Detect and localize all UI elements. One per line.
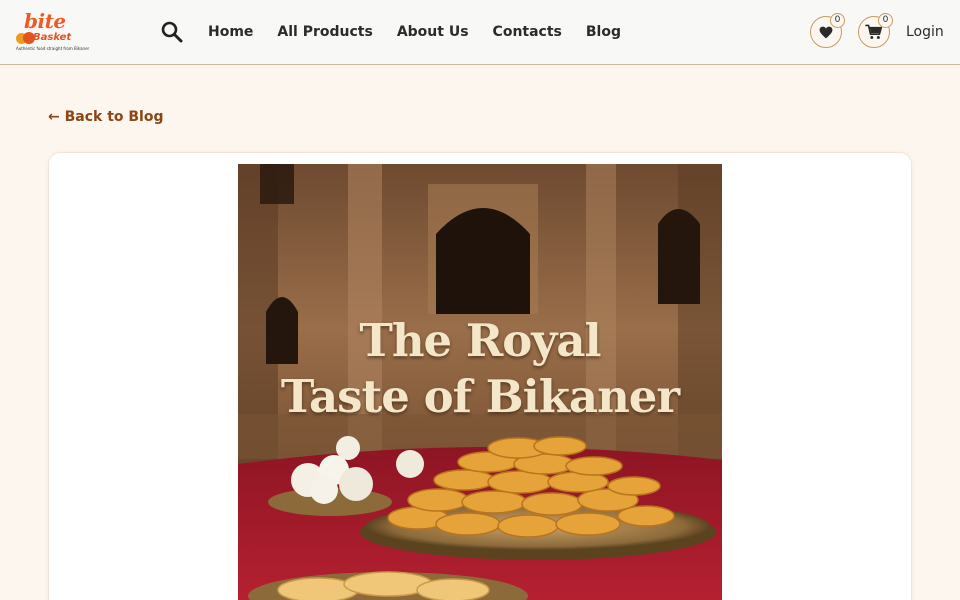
cart-count-badge: 0 — [878, 13, 893, 28]
nav-about-us[interactable]: About Us — [397, 22, 469, 42]
hero-title-line-1: The Royal — [359, 314, 601, 367]
nav-contacts[interactable]: Contacts — [493, 22, 562, 42]
logo-wordmark-bottom: Basket — [33, 32, 72, 43]
blog-hero-image: The Royal Taste of Bikaner — [238, 164, 722, 600]
cart-button[interactable]: 0 — [858, 13, 893, 48]
hero-title-line-2: Taste of Bikaner — [280, 370, 680, 423]
nav-all-products[interactable]: All Products — [277, 22, 372, 42]
main-nav: Home All Products About Us Contacts Blog — [208, 22, 621, 42]
logo-wordmark-top: bite — [24, 9, 66, 33]
login-link[interactable]: Login — [906, 23, 944, 41]
search-icon[interactable] — [160, 20, 184, 44]
wishlist-count-badge: 0 — [830, 13, 845, 28]
heart-icon — [819, 26, 833, 38]
brand-logo[interactable]: bite Basket Authentic food straight from… — [14, 9, 89, 55]
back-to-blog-link[interactable]: ← Back to Blog — [48, 108, 164, 126]
top-navbar: bite Basket Authentic food straight from… — [0, 0, 960, 65]
nav-blog[interactable]: Blog — [586, 22, 621, 42]
nav-home[interactable]: Home — [208, 22, 253, 42]
wishlist-button[interactable]: 0 — [810, 13, 845, 48]
logo-tagline: Authentic food straight from Bikaner — [16, 46, 90, 51]
